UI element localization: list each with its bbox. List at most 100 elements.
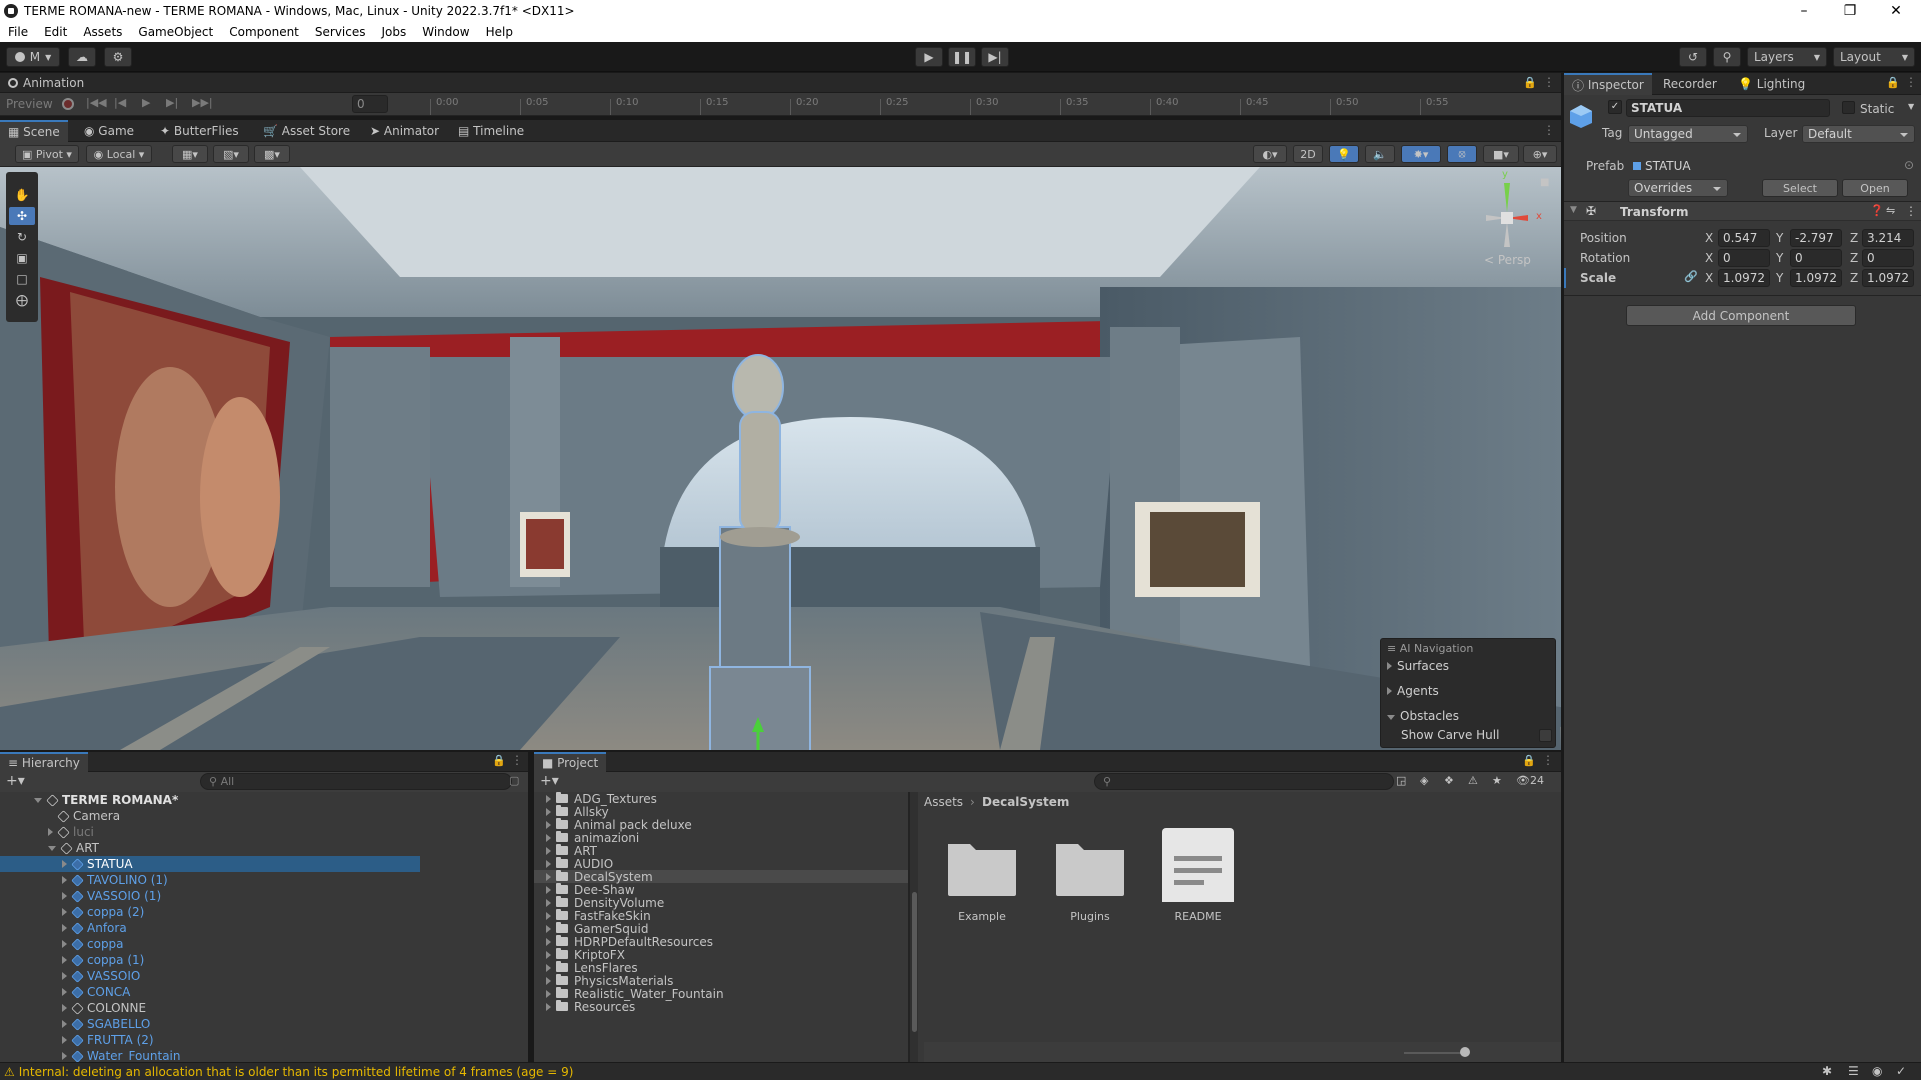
progress-icon[interactable]: ☰ (1848, 1064, 1859, 1078)
shading-mode-icon[interactable]: ◐▾ (1253, 145, 1287, 163)
maximize-icon[interactable]: ❐ (1827, 0, 1873, 22)
transform-tool-icon[interactable]: ⨁ (9, 291, 35, 309)
tab-animation[interactable]: Animation (0, 73, 92, 93)
status-message[interactable]: Internal: deleting an allocation that is… (19, 1065, 574, 1079)
cache-server-icon[interactable]: ◉ (1872, 1064, 1882, 1078)
icon-size-slider-handle[interactable] (1460, 1047, 1470, 1057)
scene-more-icon[interactable]: ⋮ (1543, 123, 1555, 137)
menu-services[interactable]: Services (307, 25, 374, 39)
step-button[interactable]: ▶| (981, 47, 1009, 67)
prefab-target-icon[interactable]: ⊙ (1904, 158, 1914, 172)
scale-y-field[interactable]: 1.0972 (1790, 269, 1842, 287)
grid-snap-icon[interactable]: ▦▾ (172, 145, 208, 163)
more-icon[interactable]: ⋮ (1543, 75, 1555, 89)
project-folder-row[interactable]: PhysicsMaterials (534, 974, 908, 988)
expand-closed-icon[interactable] (546, 1002, 551, 1011)
pivot-dropdown[interactable]: ▣ Pivot ▾ (15, 145, 79, 163)
effects-toggle-icon[interactable]: ✸▾ (1401, 145, 1441, 163)
lighting-toggle-icon[interactable]: 💡 (1329, 145, 1359, 163)
project-folder-row[interactable]: GamerSquid (534, 922, 908, 936)
project-folder-row[interactable]: DensityVolume (534, 896, 908, 910)
expand-closed-icon[interactable] (546, 846, 551, 855)
project-folder-row[interactable]: Animal pack deluxe (534, 818, 908, 832)
position-x-field[interactable]: 0.547 (1718, 229, 1770, 247)
expand-open-icon[interactable] (48, 845, 56, 851)
ai-nav-surfaces[interactable]: Surfaces (1387, 659, 1449, 673)
timeline-ruler[interactable]: 0:00 0:05 0:10 0:15 0:20 0:25 0:30 0:35 0:40 0:45… (430, 93, 1561, 116)
camera-settings-icon[interactable]: ■▾ (1483, 145, 1519, 163)
project-folder-row[interactable]: animazioni (534, 831, 908, 845)
rotation-y-field[interactable]: 0 (1790, 249, 1842, 267)
audio-toggle-icon[interactable]: 🔈 (1365, 145, 1395, 163)
search-by-type-icon[interactable]: ◲ (1396, 774, 1406, 787)
hierarchy-row[interactable]: coppa (0, 936, 420, 952)
hierarchy-more-icon[interactable]: ⋮ (511, 753, 523, 767)
scale-z-field[interactable]: 1.0972 (1862, 269, 1914, 287)
rect-tool-icon[interactable]: □ (9, 270, 35, 288)
play-anim-icon[interactable]: ▶ (142, 96, 150, 109)
hierarchy-row[interactable]: FRUTTA (2) (0, 1032, 420, 1048)
constrain-proportions-icon[interactable]: 🔗 (1684, 270, 1698, 283)
expand-closed-icon[interactable] (546, 976, 551, 985)
hierarchy-row[interactable]: CONCA (0, 984, 420, 1000)
tab-scene[interactable]: ▦ Scene (0, 120, 68, 142)
expand-closed-icon[interactable] (62, 1004, 67, 1012)
search-by-tag-icon[interactable]: ❖ (1444, 774, 1454, 787)
tab-hierarchy[interactable]: ≡ Hierarchy (0, 752, 88, 772)
hierarchy-row[interactable]: STATUA (0, 856, 420, 872)
menu-assets[interactable]: Assets (75, 25, 130, 39)
pause-button[interactable]: ❚❚ (948, 47, 976, 67)
move-tool-icon[interactable]: ✣ (9, 207, 35, 225)
expand-closed-icon[interactable] (546, 989, 551, 998)
component-more-icon[interactable]: ⋮ (1905, 204, 1917, 218)
hierarchy-row[interactable]: VASSOIO (1) (0, 888, 420, 904)
hierarchy-row[interactable]: luci (0, 824, 420, 840)
collab-icon[interactable]: ⚙ (104, 47, 132, 67)
asset-example[interactable]: Example (944, 830, 1020, 930)
expand-open-icon[interactable] (34, 797, 42, 803)
icon-size-slider-track[interactable] (1404, 1052, 1464, 1054)
tab-recorder[interactable]: Recorder (1655, 73, 1725, 95)
orientation-gizmo[interactable]: y x ■ < Persp (1470, 169, 1550, 267)
project-search-input[interactable]: ⚲ (1094, 773, 1394, 790)
position-y-field[interactable]: -2.797 (1790, 229, 1842, 247)
persp-label[interactable]: < Persp (1484, 253, 1531, 267)
minimize-icon[interactable]: – (1781, 0, 1827, 22)
overrides-dropdown[interactable]: Overrides (1628, 179, 1728, 197)
expand-closed-icon[interactable] (62, 1036, 67, 1044)
increment-snap-icon[interactable]: ▧▾ (213, 145, 249, 163)
project-add-icon[interactable]: +▾ (540, 773, 559, 789)
inspector-more-icon[interactable]: ⋮ (1905, 75, 1917, 89)
history-icon[interactable]: ↺ (1679, 47, 1707, 67)
active-checkbox[interactable]: ✓ (1608, 100, 1622, 114)
status-bar[interactable]: ⚠ Internal: deleting an allocation that … (0, 1062, 1921, 1080)
project-folder-row[interactable]: Allsky (534, 805, 908, 819)
2d-toggle[interactable]: 2D (1293, 145, 1323, 163)
hierarchy-row[interactable]: SGABELLO (0, 1016, 420, 1032)
layer-dropdown[interactable]: Default (1802, 125, 1915, 143)
hand-tool-icon[interactable]: ✋ (9, 186, 35, 204)
expand-closed-icon[interactable] (546, 820, 551, 829)
hierarchy-row[interactable]: TERME ROMANA* (0, 792, 420, 808)
hierarchy-row[interactable]: TAVOLINO (1) (0, 872, 420, 888)
breadcrumb-assets[interactable]: Assets (924, 795, 963, 809)
search-icon[interactable]: ⚲ (1713, 47, 1741, 67)
transform-header[interactable]: ▼ ✠ Transform ❓ ⇋ ⋮ (1564, 201, 1921, 221)
hierarchy-row[interactable]: VASSOIO (0, 968, 420, 984)
auto-generate-lighting-icon[interactable]: ✓ (1896, 1064, 1906, 1078)
hierarchy-row[interactable]: COLONNE (0, 1000, 420, 1016)
position-z-field[interactable]: 3.214 (1862, 229, 1914, 247)
open-button[interactable]: Open (1842, 179, 1908, 197)
hierarchy-row[interactable]: coppa (2) (0, 904, 420, 920)
search-by-label-icon[interactable]: ◈ (1420, 774, 1428, 787)
project-folder-row[interactable]: Dee-Shaw (534, 883, 908, 897)
expand-closed-icon[interactable] (62, 940, 67, 948)
show-carve-hull-checkbox[interactable] (1539, 729, 1552, 742)
expand-closed-icon[interactable] (62, 892, 67, 900)
lock-icon[interactable]: 🔒 (1523, 76, 1537, 89)
tab-animator[interactable]: ➤ Animator (362, 120, 447, 142)
frame-field[interactable]: 0 (352, 95, 388, 113)
gizmo-lock-icon[interactable]: ■ (1540, 177, 1549, 188)
help-icon[interactable]: ❓ (1870, 204, 1884, 217)
hierarchy-lock-icon[interactable]: 🔒 (492, 754, 506, 767)
